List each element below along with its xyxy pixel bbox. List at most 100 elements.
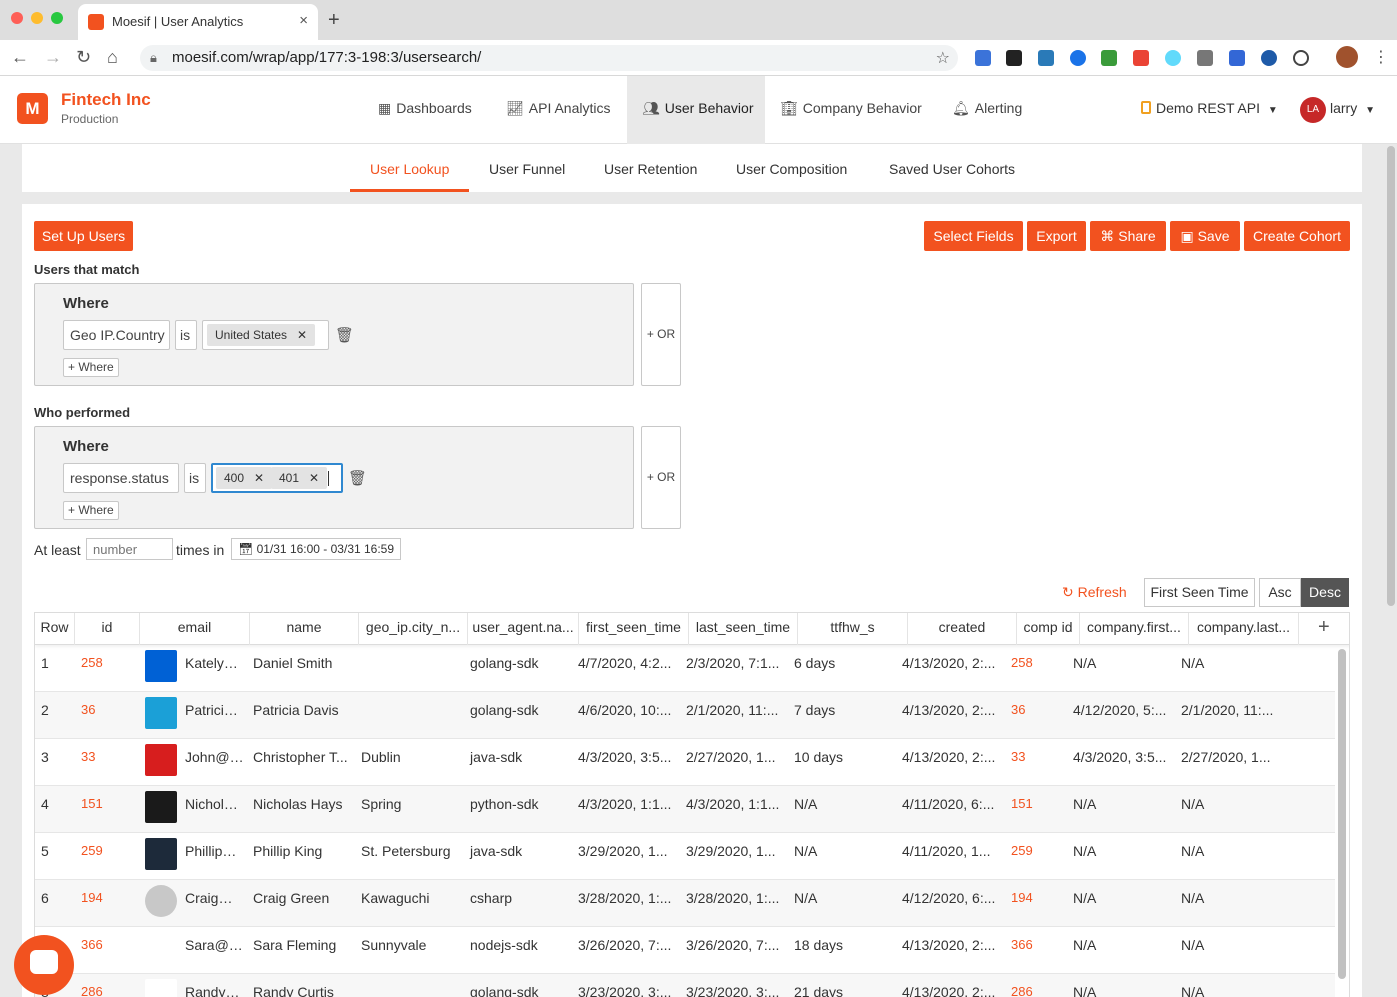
column-header[interactable]: comp id xyxy=(1017,613,1080,645)
cell-comp-id[interactable]: 151 xyxy=(1005,786,1068,833)
trash-icon[interactable]: 🗑︎ xyxy=(348,469,367,487)
filter-field-select[interactable]: Geo IP.Country xyxy=(63,320,170,350)
filter-field-select[interactable]: response.status xyxy=(63,463,179,493)
add-or-button[interactable]: + OR xyxy=(641,283,681,386)
filter-value-input[interactable]: United States ✕ xyxy=(202,320,329,350)
nav-api-analytics[interactable]: 📈︎ API Analytics xyxy=(494,76,622,144)
table-row[interactable]: 5 259 Phillip@D Phillip King St. Petersburg j… xyxy=(35,833,1335,880)
cell-id[interactable]: 366 xyxy=(75,927,140,974)
nav-alerting[interactable]: 🔔︎ Alerting xyxy=(940,76,1034,144)
back-arrow-icon[interactable]: ← xyxy=(11,47,29,68)
min-count-input[interactable] xyxy=(86,538,173,560)
tab-close-icon[interactable]: × xyxy=(299,12,308,29)
cell-id[interactable]: 194 xyxy=(75,880,140,927)
remove-tag-icon[interactable]: ✕ xyxy=(297,328,307,342)
user-avatar[interactable]: LA xyxy=(1300,97,1326,123)
column-header[interactable]: id xyxy=(75,613,140,645)
remove-tag-icon[interactable]: ✕ xyxy=(309,471,319,485)
tab-user-composition[interactable]: User Composition xyxy=(736,161,847,177)
cell-id[interactable]: 36 xyxy=(75,692,140,739)
table-row[interactable]: 8286Randy@srRandy Curtisgolang-sdk3/23/2… xyxy=(35,974,1335,997)
sort-field-select[interactable]: First Seen Time xyxy=(1144,578,1255,607)
bookmark-star-icon[interactable]: ☆ xyxy=(936,48,950,68)
extension-icon[interactable] xyxy=(1101,50,1117,66)
filter-operator-select[interactable]: is xyxy=(184,463,206,493)
sort-desc-button[interactable]: Desc xyxy=(1301,578,1349,607)
cell-comp-id[interactable]: 194 xyxy=(1005,880,1068,927)
select-fields-button[interactable]: Select Fields xyxy=(924,221,1023,251)
add-column-button[interactable]: + xyxy=(1318,616,1330,639)
column-header[interactable]: company.first... xyxy=(1080,613,1189,645)
column-header[interactable]: user_agent.na... xyxy=(468,613,579,645)
filter-value-input[interactable]: 400 ✕ 401 ✕ xyxy=(211,463,343,493)
extension-icon[interactable] xyxy=(975,50,991,66)
cell-id[interactable]: 33 xyxy=(75,739,140,786)
table-row[interactable]: 6 194 Craig@Te Craig Green Kawaguchi csharp 3/… xyxy=(35,880,1335,927)
add-where-button[interactable]: + Where xyxy=(63,358,119,377)
trash-icon[interactable]: 🗑︎ xyxy=(335,326,354,344)
table-row[interactable]: 3 33 John@Ou Christopher T... Dublin java-sdk… xyxy=(35,739,1335,786)
info-icon[interactable] xyxy=(1293,50,1309,66)
date-range-picker[interactable]: 📅︎ 01/31 16:00 - 03/31 16:59 xyxy=(231,538,402,560)
cell-comp-id[interactable]: 258 xyxy=(1005,645,1068,692)
table-row[interactable]: 4 151 Nicholas@ Nicholas Hays Spring python-s… xyxy=(35,786,1335,833)
forward-arrow-icon[interactable]: → xyxy=(44,47,62,68)
chrome-menu-icon[interactable]: ⋮ xyxy=(1373,47,1389,67)
extension-icon[interactable] xyxy=(1070,50,1086,66)
column-header[interactable]: last_seen_time xyxy=(689,613,798,645)
column-header[interactable]: name xyxy=(250,613,359,645)
table-row[interactable]: 1 258 Katelyn@l Daniel Smith golang-sdk 4/7/2… xyxy=(35,645,1335,692)
tab-user-lookup[interactable]: User Lookup xyxy=(370,161,449,177)
save-button[interactable]: ▣ Save xyxy=(1170,221,1240,251)
cell-comp-id[interactable]: 33 xyxy=(1005,739,1068,786)
extension-icon[interactable] xyxy=(1133,50,1149,66)
moesif-logo[interactable]: M xyxy=(17,93,48,124)
table-row[interactable]: 7366Sara@equSara FlemingSunnyvalenodejs-… xyxy=(35,927,1335,974)
cell-comp-id[interactable]: 259 xyxy=(1005,833,1068,880)
org-name[interactable]: Fintech Inc xyxy=(61,90,151,110)
add-where-button[interactable]: + Where xyxy=(63,501,119,520)
column-header[interactable]: geo_ip.city_n... xyxy=(359,613,468,645)
create-cohort-button[interactable]: Create Cohort xyxy=(1244,221,1350,251)
nav-dashboards[interactable]: ▦ Dashboards xyxy=(366,76,484,144)
cell-comp-id[interactable]: 366 xyxy=(1005,927,1068,974)
chrome-profile-avatar[interactable] xyxy=(1336,46,1358,68)
home-icon[interactable]: ⌂ xyxy=(107,47,118,68)
set-up-users-button[interactable]: Set Up Users xyxy=(34,221,133,251)
extension-icon[interactable] xyxy=(1197,50,1213,66)
column-header[interactable]: first_seen_time xyxy=(579,613,689,645)
close-window-button[interactable] xyxy=(11,12,23,24)
table-scrollbar[interactable] xyxy=(1338,649,1346,979)
cell-id[interactable]: 286 xyxy=(75,974,140,997)
column-header[interactable]: company.last... xyxy=(1189,613,1299,645)
extension-icon[interactable] xyxy=(1229,50,1245,66)
extension-icon[interactable] xyxy=(1006,50,1022,66)
address-bar[interactable]: 🔒︎ moesif.com/wrap/app/177:3-198:3/users… xyxy=(140,45,958,71)
table-row[interactable]: 2 36 Patricia@ Patricia Davis golang-sdk 4/6/… xyxy=(35,692,1335,739)
new-tab-button[interactable]: + xyxy=(328,9,340,32)
globe-icon[interactable] xyxy=(1261,50,1277,66)
sort-asc-button[interactable]: Asc xyxy=(1259,578,1301,607)
reload-icon[interactable]: ↻ xyxy=(76,47,91,68)
minimize-window-button[interactable] xyxy=(31,12,43,24)
nav-user-behavior[interactable]: 👥︎ User Behavior xyxy=(627,76,765,144)
share-button[interactable]: ⌘ Share xyxy=(1090,221,1166,251)
cell-comp-id[interactable]: 36 xyxy=(1005,692,1068,739)
user-menu[interactable]: larry ▼ xyxy=(1330,100,1375,116)
cell-comp-id[interactable]: 286 xyxy=(1005,974,1068,997)
react-devtools-icon[interactable] xyxy=(1165,50,1181,66)
cell-id[interactable]: 259 xyxy=(75,833,140,880)
refresh-button[interactable]: ↻ Refresh xyxy=(1062,584,1127,601)
export-button[interactable]: Export xyxy=(1027,221,1086,251)
browser-tab[interactable]: Moesif | User Analytics × xyxy=(78,4,318,40)
column-header[interactable]: created xyxy=(908,613,1017,645)
nav-company-behavior[interactable]: 🏢︎ Company Behavior xyxy=(768,76,934,144)
page-scrollbar[interactable] xyxy=(1387,146,1395,606)
cell-id[interactable]: 258 xyxy=(75,645,140,692)
filter-operator-select[interactable]: is xyxy=(175,320,197,350)
remove-tag-icon[interactable]: ✕ xyxy=(254,471,264,485)
app-environment-select[interactable]: Demo REST API ▼ xyxy=(1141,100,1278,116)
column-header[interactable]: email xyxy=(140,613,250,645)
column-header[interactable]: Row xyxy=(35,613,75,645)
tab-user-funnel[interactable]: User Funnel xyxy=(489,161,565,177)
